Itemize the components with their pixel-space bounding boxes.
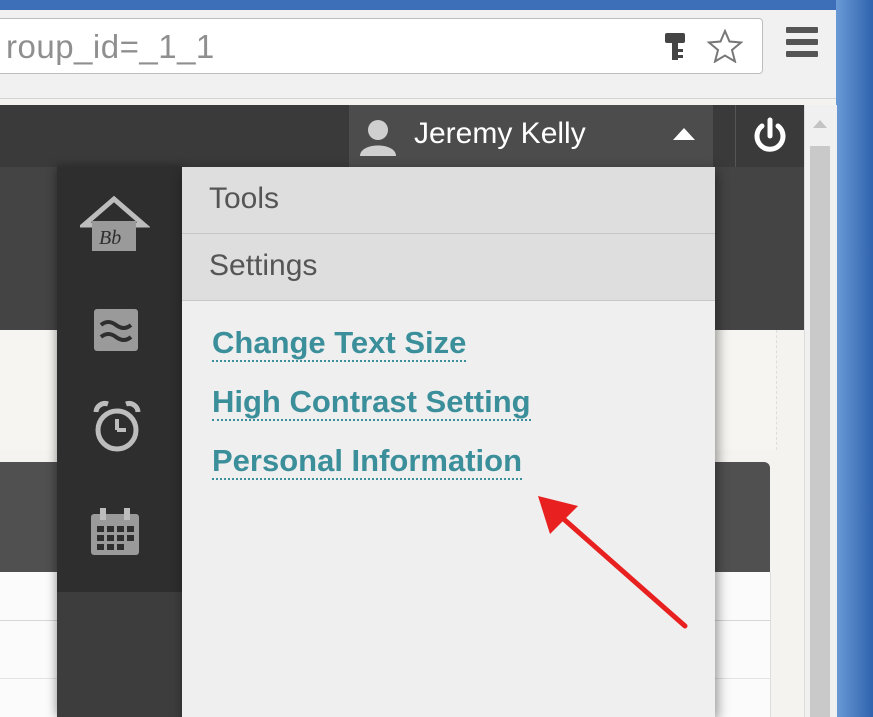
svg-text:Bb: Bb [99, 227, 121, 249]
alarm-clock-icon[interactable] [92, 400, 142, 454]
personal-information-link[interactable]: Personal Information [212, 444, 523, 480]
menu-section-label: Tools [209, 182, 280, 215]
hamburger-menu-icon[interactable] [786, 27, 818, 63]
side-navigation-footer [57, 592, 182, 717]
menu-section-label: Settings [209, 249, 318, 282]
blackboard-home-icon[interactable]: Bb [80, 195, 150, 255]
menu-section-tools[interactable]: Tools [182, 167, 715, 234]
annotation-arrow-icon [538, 496, 688, 629]
logout-button[interactable] [735, 105, 805, 167]
high-contrast-setting-link[interactable]: High Contrast Setting [212, 385, 531, 421]
change-text-size-link[interactable]: Change Text Size [212, 326, 467, 362]
scrollbar-thumb[interactable] [810, 146, 830, 717]
caret-up-icon[interactable] [673, 128, 695, 140]
user-name[interactable]: Jeremy Kelly [414, 117, 586, 151]
activity-stream-icon[interactable] [93, 308, 139, 352]
calendar-icon[interactable] [89, 507, 141, 557]
menu-section-settings[interactable]: Settings [182, 234, 715, 301]
window-frame-right [836, 0, 873, 717]
bookmark-star-icon[interactable] [707, 29, 743, 63]
screenshot-frame: roup_id=_1_1 Jeremy Kelly Bb Tools Setti… [0, 0, 873, 717]
scroll-up-arrow-icon[interactable] [813, 120, 827, 128]
key-icon[interactable] [664, 32, 686, 62]
address-text: roup_id=_1_1 [6, 28, 215, 65]
power-icon [754, 117, 786, 152]
address-bar[interactable]: roup_id=_1_1 [0, 18, 763, 74]
user-avatar-icon [360, 120, 396, 156]
window-frame-top [0, 0, 873, 10]
